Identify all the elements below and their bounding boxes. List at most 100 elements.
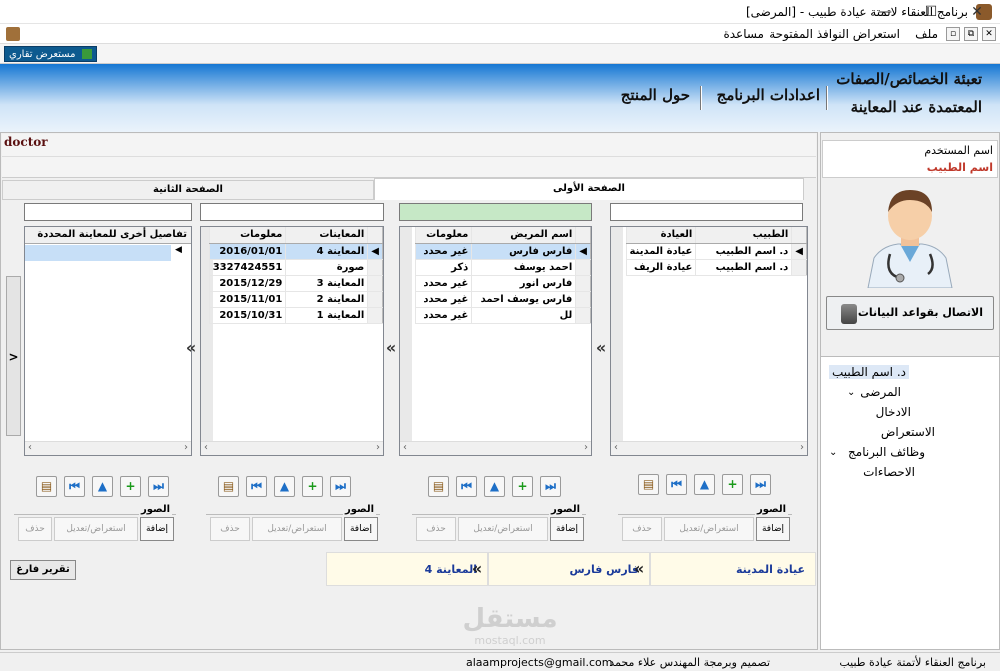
notes-icon[interactable]: ▤ — [36, 476, 57, 497]
photo-delete-button[interactable]: حذف — [210, 517, 250, 541]
first-record-icon[interactable]: ⏮ — [246, 476, 267, 497]
details-column-header[interactable]: تفاصيل أخرى للمعاينة المحددة — [25, 227, 191, 244]
exams-hscroll[interactable]: ‹ › — [201, 441, 383, 455]
table-row[interactable]: ◀ فارس فارس غير محدد — [415, 243, 591, 260]
table-row[interactable]: احمد يوسف ذكر — [415, 259, 591, 276]
last-record-icon[interactable]: ⏭ — [750, 474, 771, 495]
tree-item-patients[interactable]: المرضى — [860, 385, 901, 399]
graduation-cap-icon[interactable]: ▲ — [694, 474, 715, 495]
minimize-button[interactable]: — — [862, 0, 908, 24]
table-row[interactable]: د. اسم الطبيب عيادة الريف — [625, 259, 807, 276]
exams-filter-field[interactable] — [200, 203, 384, 221]
add-icon[interactable]: + — [512, 476, 533, 497]
graduation-cap-icon[interactable]: ▲ — [274, 476, 295, 497]
last-record-icon[interactable]: ⏭ — [148, 476, 169, 497]
table-row[interactable]: المعاينة 2 2015/11/01 — [208, 291, 383, 308]
add-icon[interactable]: + — [722, 474, 743, 495]
patients-vscroll[interactable] — [400, 227, 412, 441]
photo-view-edit-button[interactable]: استعراض/تعديل — [252, 517, 342, 541]
photo-add-button[interactable]: إضافة — [344, 517, 378, 541]
tree-item-program-functions[interactable]: وظائف البرنامج — [848, 445, 925, 459]
last-record-icon[interactable]: ⏭ — [330, 476, 351, 497]
patients-col-info[interactable]: معلومات — [415, 227, 472, 244]
mdi-minimize-button[interactable]: ▫ — [946, 27, 960, 41]
notes-icon[interactable]: ▤ — [638, 474, 659, 495]
menu-open-windows[interactable]: استعراض النوافذ المفتوحة — [769, 27, 900, 41]
banner-fill-attributes-line2[interactable]: المعتمدة عند المعاينة — [851, 98, 982, 116]
table-row[interactable]: فارس انور غير محدد — [415, 275, 591, 292]
banner-about-product[interactable]: حول المنتج — [621, 86, 690, 104]
clinics-filter-field[interactable] — [610, 203, 803, 221]
graduation-cap-icon[interactable]: ▲ — [92, 476, 113, 497]
mdi-close-button[interactable]: ✕ — [982, 27, 996, 41]
photo-delete-button[interactable]: حذف — [18, 517, 52, 541]
patients-filter-field[interactable] — [399, 203, 592, 221]
details-filter-field[interactable] — [24, 203, 192, 221]
clinics-grid[interactable]: الطبيب العيادة ◀ د. اسم الطبيب عيادة المدي… — [610, 226, 808, 456]
exams-nav-arrow-icon[interactable]: « — [184, 338, 198, 358]
connect-db-button[interactable]: الاتصال بقواعد البيانات — [826, 296, 994, 330]
patient-name: لل — [471, 307, 576, 324]
add-icon[interactable]: + — [120, 476, 141, 497]
details-hscroll[interactable]: ‹ › — [25, 441, 191, 455]
exam-name: صورة — [285, 259, 368, 276]
first-record-icon[interactable]: ⏮ — [64, 476, 85, 497]
report-viewer-button[interactable]: مستعرض تقاري — [4, 46, 97, 62]
tab-page2[interactable]: الصفحة الثانية — [2, 180, 374, 200]
tree-collapse-icon[interactable]: ⌄ — [847, 387, 855, 398]
tree-item-browse[interactable]: الاستعراض — [881, 425, 935, 439]
patients-grid[interactable]: اسم المريض معلومات ◀ فارس فارس غير محدد اح… — [399, 226, 592, 456]
close-button[interactable]: ✕ — [954, 0, 1000, 24]
exam-name: المعاينة 2 — [285, 291, 368, 308]
banner-fill-attributes-line1[interactable]: تعبئة الخصائص/الصفات — [836, 70, 982, 88]
table-row[interactable]: فارس يوسف احمد غير محدد — [415, 291, 591, 308]
clinics-col-clinic[interactable]: العيادة — [625, 227, 696, 244]
tree-item-statistics[interactable]: الاحصاءات — [863, 465, 915, 479]
notes-icon[interactable]: ▤ — [428, 476, 449, 497]
collapse-left-button[interactable]: > — [6, 276, 21, 436]
clinics-hscroll[interactable]: ‹ › — [611, 441, 807, 455]
user-box: اسم المستخدم اسم الطبيب — [822, 140, 998, 178]
clinics-nav-arrow-icon[interactable]: « — [594, 338, 608, 358]
table-row[interactable]: لل غير محدد — [415, 307, 591, 324]
patients-nav-arrow-icon[interactable]: « — [384, 338, 398, 358]
menu-help[interactable]: مساعدة — [723, 27, 764, 41]
patients-col-name[interactable]: اسم المريض — [471, 227, 576, 244]
tree-item-doctor[interactable]: د. اسم الطبيب — [828, 365, 909, 379]
first-record-icon[interactable]: ⏮ — [456, 476, 477, 497]
notes-icon[interactable]: ▤ — [218, 476, 239, 497]
exams-grid[interactable]: المعاينات معلومات ◀ المعاينة 4 2016/01/01 … — [200, 226, 384, 456]
clinics-vscroll[interactable] — [611, 227, 623, 441]
patients-hscroll[interactable]: ‹ › — [400, 441, 591, 455]
table-row[interactable]: المعاينة 1 2015/10/31 — [208, 307, 383, 324]
photo-add-button[interactable]: إضافة — [550, 517, 584, 541]
graduation-cap-icon[interactable]: ▲ — [484, 476, 505, 497]
photo-view-edit-button[interactable]: استعراض/تعديل — [54, 517, 138, 541]
table-row[interactable]: ◀ د. اسم الطبيب عيادة المدينة — [625, 243, 807, 260]
photo-view-edit-button[interactable]: استعراض/تعديل — [458, 517, 548, 541]
exams-col-exams[interactable]: المعاينات — [285, 227, 368, 244]
photo-delete-button[interactable]: حذف — [622, 517, 662, 541]
table-row[interactable]: ◀ المعاينة 4 2016/01/01 — [208, 243, 383, 260]
last-record-icon[interactable]: ⏭ — [540, 476, 561, 497]
first-record-icon[interactable]: ⏮ — [666, 474, 687, 495]
table-row[interactable]: المعاينة 3 2015/12/29 — [208, 275, 383, 292]
photo-add-button[interactable]: إضافة — [140, 517, 174, 541]
clinics-col-doctor[interactable]: الطبيب — [695, 227, 792, 244]
photo-delete-button[interactable]: حذف — [416, 517, 456, 541]
details-selected-row[interactable] — [25, 245, 171, 261]
tab-page1[interactable]: الصفحة الأولى — [374, 178, 804, 200]
menu-file[interactable]: ملف — [915, 27, 938, 41]
table-row[interactable]: صورة 3327424551 — [208, 259, 383, 276]
photo-add-button[interactable]: إضافة — [756, 517, 790, 541]
mdi-restore-button[interactable]: ⧉ — [964, 27, 978, 41]
photo-view-edit-button[interactable]: استعراض/تعديل — [664, 517, 754, 541]
maximize-button[interactable]: ☐ — [908, 0, 954, 24]
add-icon[interactable]: + — [302, 476, 323, 497]
tree-collapse-icon[interactable]: ⌄ — [829, 447, 837, 458]
empty-report-button[interactable]: تقرير فارغ — [10, 560, 76, 580]
banner-program-settings[interactable]: اعدادات البرنامج — [717, 86, 820, 104]
tree-item-entry[interactable]: الادخال — [876, 405, 911, 419]
exams-col-info[interactable]: معلومات — [208, 227, 286, 244]
details-grid[interactable]: تفاصيل أخرى للمعاينة المحددة ◀ ‹ › — [24, 226, 192, 456]
